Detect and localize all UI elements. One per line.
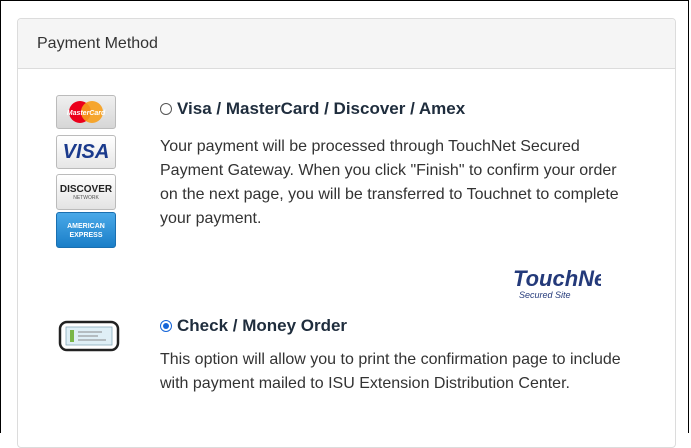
mastercard-icon: MasterCard (56, 95, 116, 129)
payment-method-panel: Payment Method MasterCard VISA DISCOVER … (17, 18, 676, 448)
discover-icon: DISCOVER NETWORK (56, 174, 116, 210)
panel-heading: Payment Method (18, 19, 675, 69)
option-credit-card[interactable]: Visa / MasterCard / Discover / Amex (160, 99, 465, 119)
touchnet-logo: TouchNet Secured Site (511, 262, 615, 307)
amex-text-2: EXPRESS (69, 232, 103, 239)
check-icon (58, 318, 120, 359)
mastercard-text: MasterCard (67, 110, 106, 117)
touchnet-tagline: Secured Site (519, 290, 571, 300)
option-credit-card-label: Visa / MasterCard / Discover / Amex (177, 99, 466, 118)
radio-check-money-order[interactable] (160, 320, 172, 332)
option-check-money-order[interactable]: Check / Money Order (160, 316, 347, 336)
visa-icon: VISA (56, 135, 116, 169)
touchnet-brand: TouchNet (513, 266, 601, 291)
page-frame: Payment Method MasterCard VISA DISCOVER … (0, 0, 689, 448)
discover-text: DISCOVER (59, 184, 113, 195)
option-credit-card-description: Your payment will be processed through T… (160, 138, 619, 227)
option-check-money-order-label: Check / Money Order (177, 316, 348, 335)
discover-subtext: NETWORK (73, 195, 99, 201)
amex-text-1: AMERICAN (67, 223, 105, 230)
option-check-money-order-description: This option will allow you to print the … (160, 351, 621, 392)
radio-credit-card[interactable] (160, 103, 172, 115)
amex-icon: AMERICAN EXPRESS (56, 212, 116, 248)
